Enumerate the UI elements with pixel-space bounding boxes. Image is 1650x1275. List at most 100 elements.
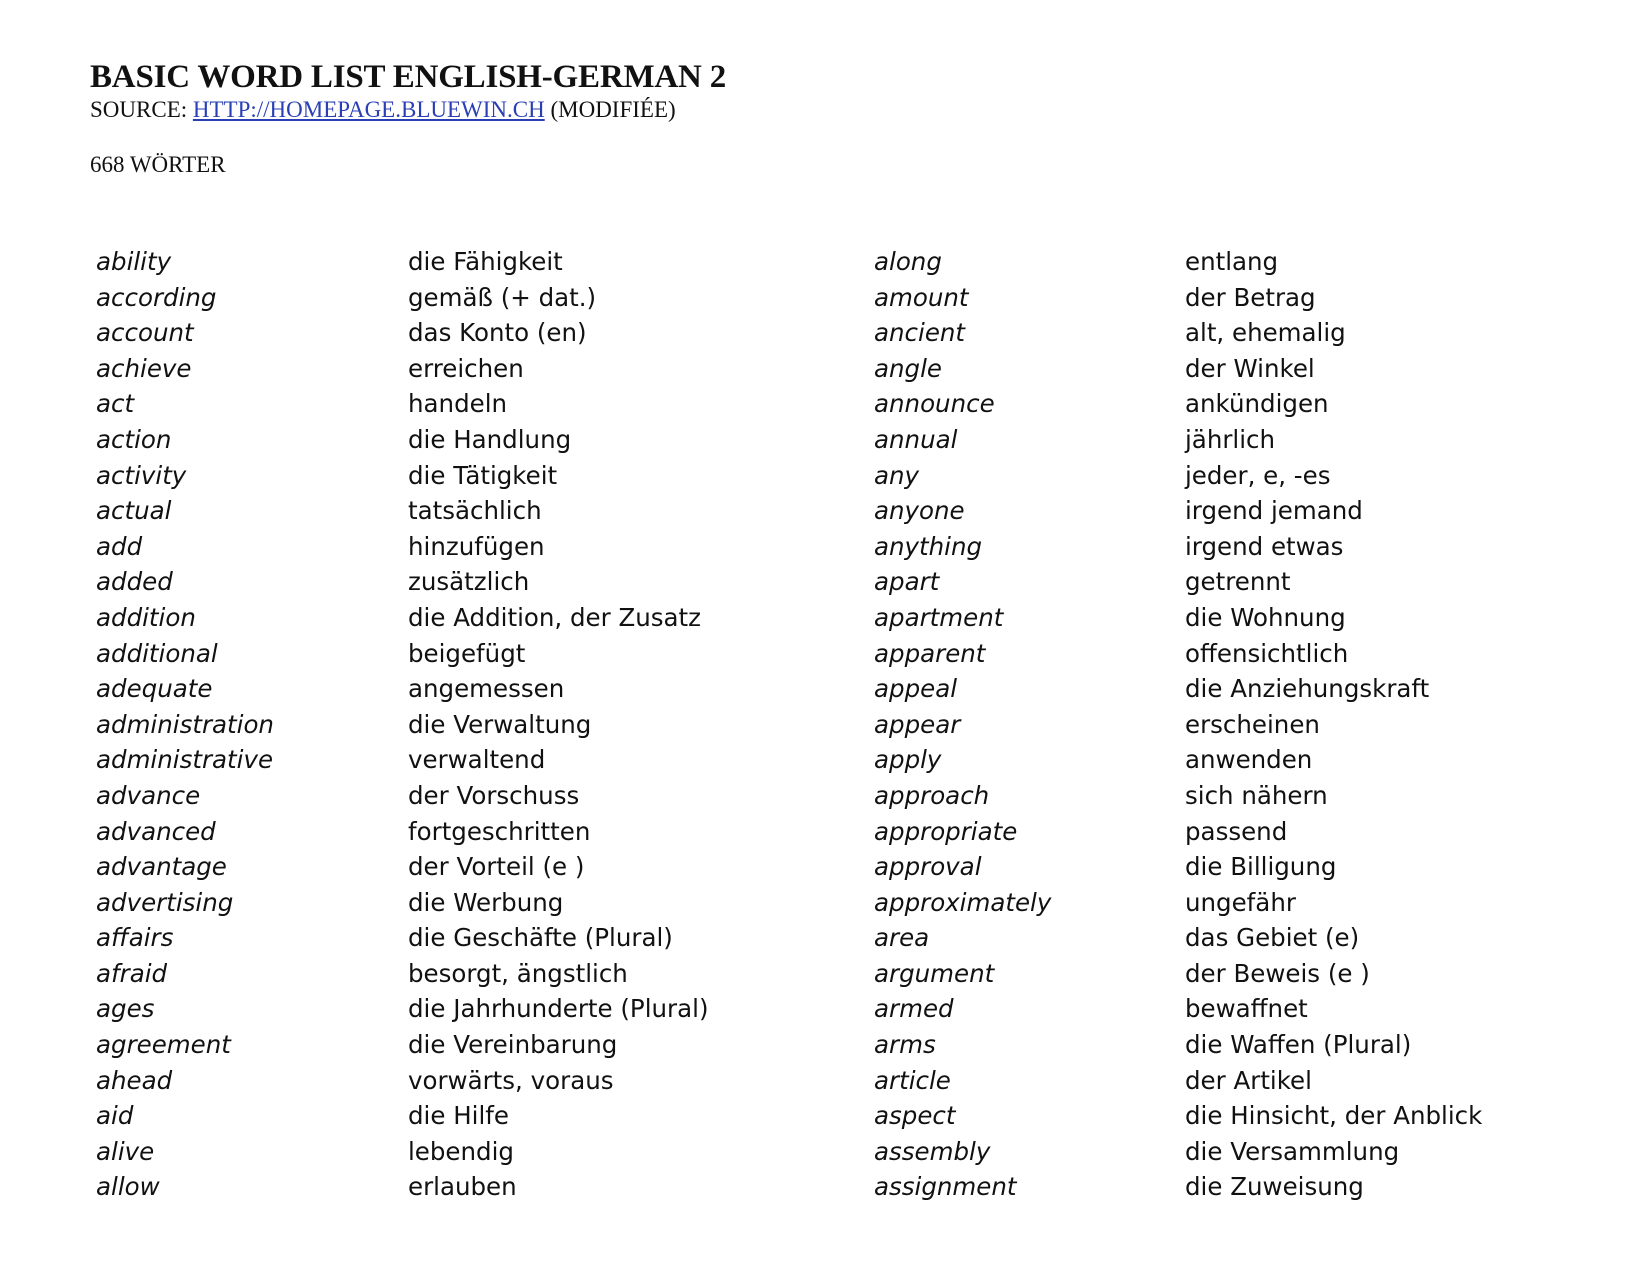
word-count: 668 WÖRTER	[90, 152, 226, 177]
document-title: BASIC WORD LIST ENGLISH-GERMAN 2	[90, 59, 727, 95]
english-word: approval	[874, 852, 982, 882]
german-translation: die Hinsicht, der Anblick	[1185, 1101, 1483, 1131]
english-column-1: ability according account achieve act action a…	[96, 244, 274, 1205]
german-translation: alt, ehemalig	[1185, 318, 1346, 348]
german-translation: die Waffen (Plural)	[1185, 1030, 1412, 1060]
german-translation: erlauben	[408, 1172, 517, 1202]
english-word: apart	[874, 567, 940, 597]
english-word: amount	[874, 282, 969, 312]
english-word: assembly	[874, 1136, 991, 1166]
german-translation: irgend etwas	[1185, 531, 1344, 561]
english-word: any	[874, 460, 920, 490]
german-translation: die Geschäfte (Plural)	[408, 923, 673, 953]
german-translation: ankündigen	[1185, 389, 1329, 419]
german-translation: offensichtlich	[1185, 638, 1349, 668]
german-translation: die Billigung	[1185, 852, 1337, 882]
german-translation: erscheinen	[1185, 709, 1320, 739]
german-translation: die Tätigkeit	[408, 460, 558, 490]
english-word: account	[96, 318, 194, 348]
german-translation: die Wohnung	[1185, 602, 1346, 632]
german-translation: getrennt	[1185, 567, 1291, 597]
german-translation: erreichen	[408, 353, 524, 383]
english-word: approach	[874, 780, 990, 810]
german-translation: die Addition, der Zusatz	[408, 602, 702, 632]
english-word: activity	[96, 460, 187, 490]
english-word: affairs	[96, 923, 174, 953]
german-translation: zusätzlich	[408, 567, 530, 597]
english-word: ancient	[874, 318, 966, 348]
english-word: achieve	[96, 353, 192, 383]
german-translation: der Betrag	[1185, 282, 1316, 312]
german-translation: die Anziehungskraft	[1185, 674, 1430, 704]
german-translation: bewaffnet	[1185, 994, 1308, 1024]
german-translation: handeln	[408, 389, 508, 419]
english-word: allow	[96, 1172, 160, 1202]
english-word: advance	[96, 780, 201, 810]
english-word: act	[96, 389, 135, 419]
english-word: appeal	[874, 674, 958, 704]
english-word: article	[874, 1065, 951, 1095]
german-translation: die Zuweisung	[1185, 1172, 1364, 1202]
english-word: approximately	[874, 887, 1052, 917]
german-translation: hinzufügen	[408, 531, 545, 561]
english-word: alive	[96, 1136, 155, 1166]
english-word: administration	[96, 709, 274, 739]
english-word: area	[874, 923, 930, 953]
source-link[interactable]: HTTP://HOMEPAGE.BLUEWIN.CH	[193, 97, 545, 122]
german-translation: die Handlung	[408, 424, 572, 454]
english-word: add	[96, 531, 143, 561]
german-translation: die Hilfe	[408, 1101, 509, 1131]
english-word: agreement	[96, 1030, 231, 1060]
german-translation: entlang	[1185, 247, 1279, 276]
german-translation: vorwärts, voraus	[408, 1065, 614, 1095]
source-note: (MODIFIÉE)	[544, 97, 676, 122]
german-translation: verwaltend	[408, 745, 546, 775]
english-word: advanced	[96, 816, 216, 846]
german-translation: der Winkel	[1185, 353, 1315, 383]
german-translation: irgend jemand	[1185, 496, 1363, 526]
german-translation: passend	[1185, 816, 1288, 846]
source-label: SOURCE:	[90, 97, 193, 122]
german-translation: besorgt, ängstlich	[408, 958, 628, 988]
english-word: ages	[96, 994, 155, 1024]
english-word: appropriate	[874, 816, 1018, 846]
german-column-2: entlang der Betrag alt, ehemalig der Winkel…	[1185, 244, 1482, 1205]
english-word: actual	[96, 496, 172, 526]
english-word: action	[96, 424, 172, 454]
german-translation: der Vorteil (e )	[408, 852, 585, 882]
english-word: apparent	[874, 638, 986, 668]
german-translation: ungefähr	[1185, 887, 1296, 917]
english-word: angle	[874, 353, 942, 383]
german-translation: das Konto (en)	[408, 318, 587, 348]
english-word: announce	[874, 389, 995, 419]
english-word: advantage	[96, 852, 227, 882]
english-word: ability	[96, 247, 172, 276]
german-translation: die Jahrhunderte (Plural)	[408, 994, 709, 1024]
document-header: BASIC WORD LIST ENGLISH-GERMAN 2 SOURCE:…	[90, 58, 726, 179]
german-translation: die Fähigkeit	[408, 247, 563, 276]
english-word: aid	[96, 1101, 134, 1131]
german-translation: sich nähern	[1185, 780, 1328, 810]
english-word: according	[96, 282, 217, 312]
german-translation: der Vorschuss	[408, 780, 580, 810]
english-column-2: along amount ancient angle announce annual any…	[874, 244, 1051, 1205]
german-translation: lebendig	[408, 1136, 514, 1166]
english-word: arms	[874, 1030, 936, 1060]
english-word: apartment	[874, 602, 1004, 632]
german-column-1: die Fähigkeit gemäß (+ dat.) das Konto (en…	[408, 244, 709, 1205]
english-word: ahead	[96, 1065, 173, 1095]
english-word: apply	[874, 745, 942, 775]
german-translation: beigefügt	[408, 638, 526, 668]
german-translation: der Beweis (e )	[1185, 958, 1370, 988]
german-translation: das Gebiet (e)	[1185, 923, 1360, 953]
german-translation: gemäß (+ dat.)	[408, 282, 597, 312]
german-translation: der Artikel	[1185, 1065, 1312, 1095]
english-word: assignment	[874, 1172, 1017, 1202]
german-translation: jeder, e, -es	[1185, 460, 1331, 490]
english-word: armed	[874, 994, 954, 1024]
english-word: anyone	[874, 496, 965, 526]
english-word: aspect	[874, 1101, 956, 1131]
english-word: appear	[874, 709, 961, 739]
german-translation: tatsächlich	[408, 496, 542, 526]
english-word: annual	[874, 424, 958, 454]
